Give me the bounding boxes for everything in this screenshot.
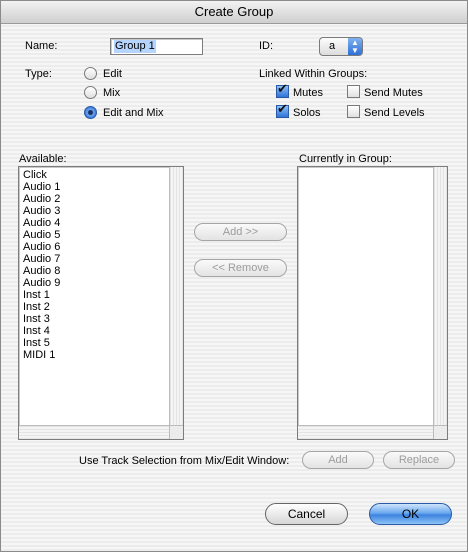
list-item[interactable]: Audio 4 <box>23 217 60 229</box>
list-item[interactable]: Audio 5 <box>23 229 60 241</box>
available-list[interactable]: Click Audio 1 Audio 2 Audio 3 Audio 4 Au… <box>18 166 184 440</box>
popup-arrows-icon: ▲ ▼ <box>348 38 362 55</box>
type-edit-and-mix-label: Edit and Mix <box>103 107 164 119</box>
list-item[interactable]: Inst 3 <box>23 313 50 325</box>
list-item[interactable]: Click <box>23 169 47 181</box>
available-vertical-scrollbar[interactable] <box>169 167 183 426</box>
send-mutes-label: Send Mutes <box>364 87 423 99</box>
id-label: ID: <box>259 40 274 52</box>
use-track-selection-label: Use Track Selection from Mix/Edit Window… <box>79 455 290 467</box>
send-mutes-checkbox[interactable] <box>347 85 360 98</box>
list-item[interactable]: Audio 8 <box>23 265 60 277</box>
list-item[interactable]: Audio 9 <box>23 277 60 289</box>
send-levels-checkbox[interactable] <box>347 105 360 118</box>
solos-label: Solos <box>293 107 321 119</box>
currently-in-group-label: Currently in Group: <box>299 153 392 165</box>
scroll-corner <box>433 425 447 439</box>
list-item[interactable]: Audio 1 <box>23 181 60 193</box>
type-edit-label: Edit <box>103 68 122 80</box>
name-field-value: Group 1 <box>114 40 156 53</box>
available-horizontal-scrollbar[interactable] <box>19 425 170 439</box>
remove-from-group-button[interactable]: << Remove <box>194 259 287 277</box>
current-vertical-scrollbar[interactable] <box>433 167 447 426</box>
current-horizontal-scrollbar[interactable] <box>298 425 434 439</box>
mutes-label: Mutes <box>293 87 323 99</box>
selection-replace-button[interactable]: Replace <box>383 451 455 469</box>
cancel-button[interactable]: Cancel <box>265 503 348 525</box>
solos-checkbox[interactable] <box>276 102 289 118</box>
id-popup[interactable]: a ▲ ▼ <box>319 37 363 56</box>
type-mix-radio[interactable] <box>84 86 97 99</box>
list-item[interactable]: Audio 7 <box>23 253 60 265</box>
available-label: Available: <box>19 153 67 165</box>
type-label: Type: <box>25 68 52 80</box>
list-item[interactable]: Audio 6 <box>23 241 60 253</box>
list-item[interactable]: Inst 2 <box>23 301 50 313</box>
list-item[interactable]: Audio 2 <box>23 193 60 205</box>
create-group-dialog: Create Group Name: Group 1 ID: a ▲ ▼ Type… <box>0 0 468 552</box>
add-to-group-button[interactable]: Add >> <box>194 223 287 241</box>
window-title: Create Group <box>1 1 467 24</box>
list-item[interactable]: MIDI 1 <box>23 349 55 361</box>
id-popup-value: a <box>329 40 336 52</box>
selection-add-button[interactable]: Add <box>302 451 374 469</box>
linked-within-groups-label: Linked Within Groups: <box>259 68 368 80</box>
mutes-checkbox[interactable] <box>276 82 289 98</box>
currently-in-group-list[interactable] <box>297 166 448 440</box>
type-mix-label: Mix <box>103 87 121 99</box>
list-item[interactable]: Inst 4 <box>23 325 50 337</box>
name-field[interactable]: Group 1 <box>110 38 203 55</box>
scroll-corner <box>169 425 183 439</box>
list-item[interactable]: Audio 3 <box>23 205 60 217</box>
name-label: Name: <box>25 40 58 52</box>
type-edit-radio[interactable] <box>84 67 97 80</box>
send-levels-label: Send Levels <box>364 107 425 119</box>
type-edit-and-mix-radio[interactable] <box>84 106 97 119</box>
list-item[interactable]: Inst 1 <box>23 289 50 301</box>
ok-button[interactable]: OK <box>369 503 452 525</box>
list-item[interactable]: Inst 5 <box>23 337 50 349</box>
